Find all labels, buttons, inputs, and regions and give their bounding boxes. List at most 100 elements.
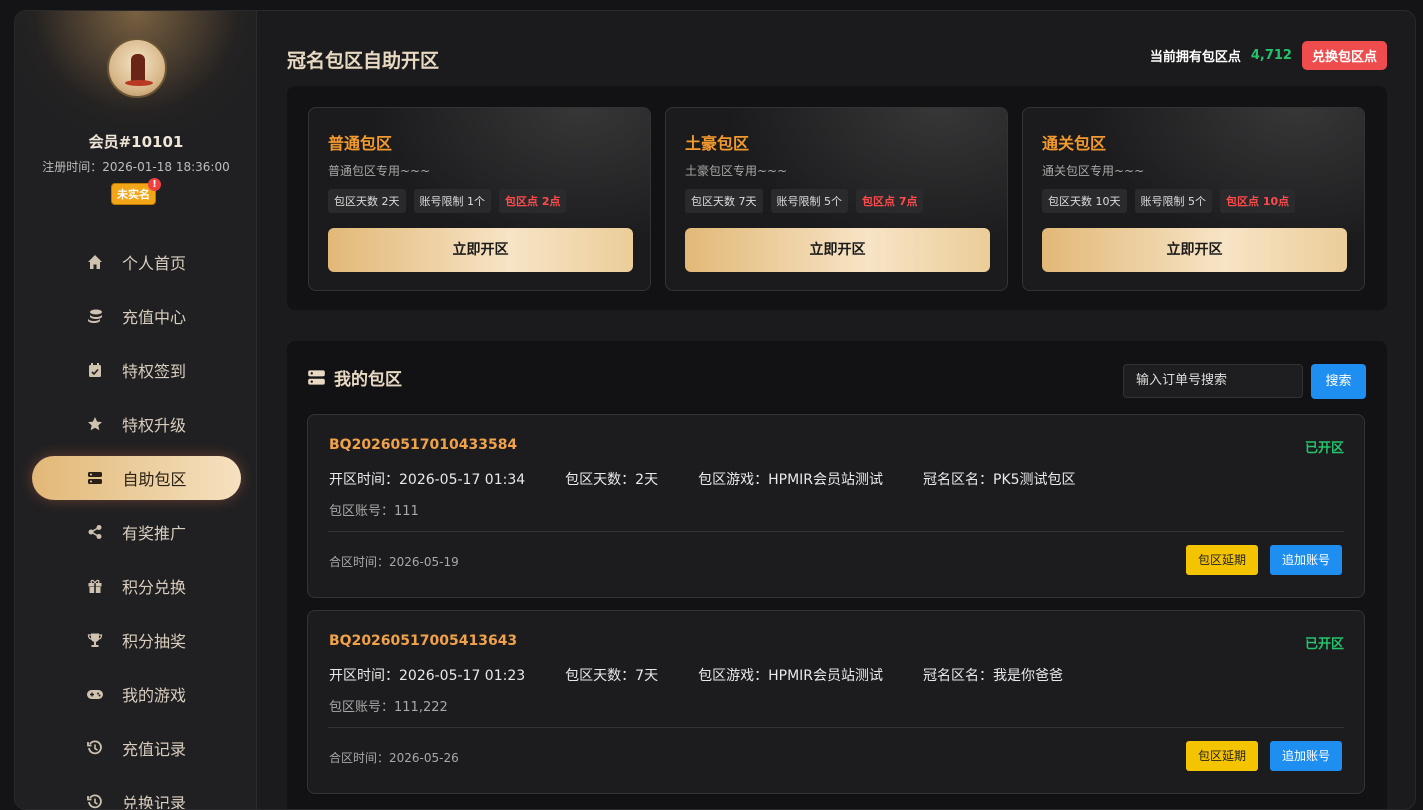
sidebar-item-home[interactable]: 个人首页 bbox=[15, 235, 257, 289]
order-search-input[interactable]: 输入订单号搜索 bbox=[1123, 364, 1303, 398]
exchange-points-button[interactable]: 兑换包区点 bbox=[1301, 41, 1387, 70]
avatar-cloak bbox=[125, 80, 153, 86]
order-number[interactable]: BQ20260517005413643 bbox=[329, 633, 517, 649]
server-icon bbox=[307, 368, 326, 387]
register-time: 注册时间：2026-01-18 18:36:00 bbox=[42, 160, 230, 174]
order-card: BQ20260517010433584 已开区 开区时间：2026-05-17 … bbox=[307, 414, 1365, 598]
plan-days-tag: 包区天数 2天 bbox=[328, 189, 406, 213]
plan-name: 土豪包区 bbox=[685, 134, 750, 153]
points-label: 当前拥有包区点 bbox=[1149, 50, 1241, 65]
zone-days: 包区天数：2天 bbox=[565, 472, 659, 488]
plan-tags: 包区天数 2天 账号限制 1个 包区点 2点 bbox=[328, 189, 574, 213]
open-zone-button[interactable]: 立即开区 bbox=[328, 228, 633, 272]
plan-section: 普通包区 普通包区专用~~~ 包区天数 2天 账号限制 1个 包区点 2点 立即… bbox=[287, 86, 1387, 310]
my-zones-section: 我的包区 输入订单号搜索 搜索 BQ20260517010433584 已开区 … bbox=[287, 341, 1387, 809]
sidebar-item-label: 个人首页 bbox=[121, 254, 186, 273]
merge-time: 合区时间：2026-05-19 bbox=[329, 555, 459, 569]
zone-account: 包区账号：111,222 bbox=[329, 700, 448, 715]
alert-icon: ! bbox=[148, 178, 161, 191]
points-summary: 当前拥有包区点 4,712 兑换包区点 bbox=[1150, 41, 1387, 70]
sidebar-item-label: 我的游戏 bbox=[121, 686, 186, 705]
verify-status-label: 未实名 bbox=[117, 188, 150, 201]
trophy-icon bbox=[86, 631, 104, 649]
calendar-check-icon bbox=[86, 361, 104, 379]
sidebar-item-label: 特权签到 bbox=[121, 362, 186, 381]
zone-name: 冠名区名：PK5测试包区 bbox=[923, 472, 1076, 488]
plan-desc: 普通包区专用~~~ bbox=[328, 164, 431, 178]
share-icon bbox=[86, 523, 104, 541]
zone-game: 包区游戏：HPMIR会员站测试 bbox=[698, 472, 883, 488]
plan-card: 普通包区 普通包区专用~~~ 包区天数 2天 账号限制 1个 包区点 2点 立即… bbox=[308, 107, 651, 291]
plan-days-tag: 包区天数 10天 bbox=[1042, 189, 1127, 213]
divider bbox=[328, 531, 1344, 532]
extend-zone-button[interactable]: 包区延期 bbox=[1186, 741, 1258, 771]
coins-icon bbox=[86, 307, 104, 325]
sidebar-item-label: 自助包区 bbox=[122, 470, 187, 489]
search-button[interactable]: 搜索 bbox=[1311, 364, 1366, 399]
open-time: 开区时间：2026-05-17 01:23 bbox=[329, 668, 526, 684]
plan-tags: 包区天数 7天 账号限制 5个 包区点 7点 bbox=[685, 189, 931, 213]
order-details: 开区时间：2026-05-17 01:34 包区天数：2天 包区游戏：HPMIR… bbox=[329, 469, 1116, 489]
sidebar: 会员#10101 注册时间：2026-01-18 18:36:00 未实名 ! … bbox=[15, 11, 257, 810]
plan-tags: 包区天数 10天 账号限制 5个 包区点 10点 bbox=[1042, 189, 1303, 213]
gamepad-icon bbox=[86, 685, 104, 703]
sidebar-item-lottery[interactable]: 积分抽奖 bbox=[15, 613, 257, 667]
plan-cost-tag: 包区点 7点 bbox=[856, 189, 924, 213]
plan-limit-tag: 账号限制 5个 bbox=[1134, 189, 1212, 213]
status-badge: 已开区 bbox=[1304, 637, 1344, 652]
sidebar-item-checkin[interactable]: 特权签到 bbox=[15, 343, 257, 397]
status-badge: 已开区 bbox=[1304, 441, 1344, 456]
sidebar-item-label: 特权升级 bbox=[121, 416, 186, 435]
sidebar-item-recharge-history[interactable]: 充值记录 bbox=[15, 721, 257, 775]
sidebar-item-label: 有奖推广 bbox=[121, 524, 186, 543]
zone-game: 包区游戏：HPMIR会员站测试 bbox=[698, 668, 883, 684]
plan-name: 普通包区 bbox=[328, 134, 393, 153]
sidebar-item-label: 充值记录 bbox=[121, 740, 186, 759]
add-account-button[interactable]: 追加账号 bbox=[1270, 545, 1342, 575]
zone-days: 包区天数：7天 bbox=[565, 668, 659, 684]
sidebar-item-recharge[interactable]: 充值中心 bbox=[15, 289, 257, 343]
points-value: 4,712 bbox=[1250, 48, 1292, 63]
sidebar-item-exchange-history[interactable]: 兑换记录 bbox=[15, 775, 257, 810]
history-icon bbox=[86, 739, 104, 757]
plan-limit-tag: 账号限制 1个 bbox=[413, 189, 491, 213]
gift-icon bbox=[86, 577, 104, 595]
zone-name: 冠名区名：我是你爸爸 bbox=[923, 668, 1063, 684]
sidebar-item-self-zone[interactable]: 自助包区 bbox=[32, 456, 241, 500]
star-icon bbox=[86, 415, 104, 433]
page-title: 冠名包区自助开区 bbox=[287, 50, 440, 72]
order-card: BQ20260517005413643 已开区 开区时间：2026-05-17 … bbox=[307, 610, 1365, 794]
history-icon bbox=[86, 793, 104, 809]
verify-status-badge[interactable]: 未实名 ! bbox=[111, 178, 161, 205]
home-icon bbox=[86, 253, 104, 271]
plan-days-tag: 包区天数 7天 bbox=[685, 189, 763, 213]
server-icon bbox=[86, 469, 104, 487]
divider bbox=[328, 727, 1344, 728]
sidebar-item-games[interactable]: 我的游戏 bbox=[15, 667, 257, 721]
app-frame: 会员#10101 注册时间：2026-01-18 18:36:00 未实名 ! … bbox=[14, 10, 1416, 810]
merge-time: 合区时间：2026-05-26 bbox=[329, 751, 459, 765]
sidebar-item-exchange[interactable]: 积分兑换 bbox=[15, 559, 257, 613]
zone-account: 包区账号：111 bbox=[329, 504, 419, 519]
sidebar-item-label: 积分兑换 bbox=[121, 578, 186, 597]
open-zone-button[interactable]: 立即开区 bbox=[1042, 228, 1347, 272]
sidebar-nav: 个人首页 充值中心 特权签到 特权升级 自助包区 有奖推广 积分兑换 积分抽奖 … bbox=[15, 235, 257, 810]
sidebar-item-label: 积分抽奖 bbox=[121, 632, 186, 651]
plan-cost-tag: 包区点 10点 bbox=[1220, 189, 1296, 213]
sidebar-item-upgrade[interactable]: 特权升级 bbox=[15, 397, 257, 451]
plan-desc: 通关包区专用~~~ bbox=[1042, 164, 1145, 178]
add-account-button[interactable]: 追加账号 bbox=[1270, 741, 1342, 771]
sidebar-item-label: 兑换记录 bbox=[121, 794, 186, 810]
sidebar-item-referral[interactable]: 有奖推广 bbox=[15, 505, 257, 559]
plan-card: 土豪包区 土豪包区专用~~~ 包区天数 7天 账号限制 5个 包区点 7点 立即… bbox=[665, 107, 1008, 291]
avatar[interactable] bbox=[107, 38, 167, 98]
plan-cost-tag: 包区点 2点 bbox=[499, 189, 567, 213]
member-name: 会员#10101 bbox=[88, 133, 184, 151]
extend-zone-button[interactable]: 包区延期 bbox=[1186, 545, 1258, 575]
order-details: 开区时间：2026-05-17 01:23 包区天数：7天 包区游戏：HPMIR… bbox=[329, 665, 1103, 685]
order-number[interactable]: BQ20260517010433584 bbox=[329, 437, 517, 453]
plan-desc: 土豪包区专用~~~ bbox=[685, 164, 788, 178]
open-time: 开区时间：2026-05-17 01:34 bbox=[329, 472, 526, 488]
open-zone-button[interactable]: 立即开区 bbox=[685, 228, 990, 272]
plan-card: 通关包区 通关包区专用~~~ 包区天数 10天 账号限制 5个 包区点 10点 … bbox=[1022, 107, 1365, 291]
